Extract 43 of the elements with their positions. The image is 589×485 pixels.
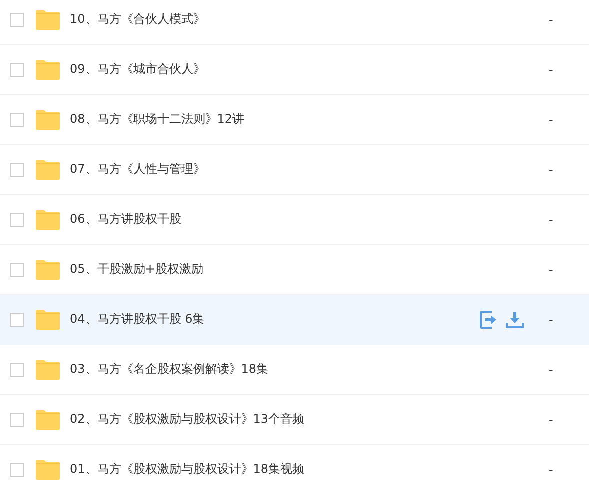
file-name[interactable]: 05、干股激励+股权激励 [70,261,480,278]
file-size: - [549,462,554,476]
folder-icon [36,110,60,130]
file-size: - [549,212,554,226]
file-name[interactable]: 04、马方讲股权干股 6集 [70,311,480,328]
file-name[interactable]: 03、马方《名企股权案例解读》18集 [70,361,480,378]
checkbox[interactable] [10,62,24,76]
download-icon[interactable] [506,310,524,328]
file-size: - [549,312,554,326]
file-name[interactable]: 10、马方《合伙人模式》 [70,11,480,28]
checkbox[interactable] [10,262,24,276]
checkbox[interactable] [10,312,24,326]
file-name[interactable]: 07、马方《人性与管理》 [70,161,480,178]
checkbox[interactable] [10,412,24,426]
checkbox[interactable] [10,12,24,26]
file-size: - [549,12,554,26]
file-size: - [549,62,554,76]
file-row[interactable]: 04、马方讲股权干股 6集 - [0,295,589,345]
folder-icon [36,410,60,430]
folder-icon [36,60,60,80]
file-name[interactable]: 02、马方《股权激励与股权设计》13个音频 [70,411,480,428]
file-name[interactable]: 06、马方讲股权干股 [70,211,480,228]
checkbox[interactable] [10,162,24,176]
folder-icon [36,260,60,280]
checkbox[interactable] [10,362,24,376]
checkbox[interactable] [10,462,24,476]
file-size: - [549,412,554,426]
checkbox[interactable] [10,212,24,226]
file-size: - [549,162,554,176]
file-name[interactable]: 08、马方《职场十二法则》12讲 [70,111,480,128]
file-size: - [549,262,554,276]
file-size: - [549,112,554,126]
file-name[interactable]: 09、马方《城市合伙人》 [70,61,480,78]
checkbox[interactable] [10,112,24,126]
file-name[interactable]: 01、马方《股权激励与股权设计》18集视频 [70,461,480,478]
file-size: - [549,362,554,376]
folder-icon [36,360,60,380]
folder-icon [36,310,60,330]
folder-icon [36,160,60,180]
folder-icon [36,460,60,480]
share-icon[interactable] [480,310,498,328]
folder-icon [36,210,60,230]
folder-icon [36,10,60,30]
